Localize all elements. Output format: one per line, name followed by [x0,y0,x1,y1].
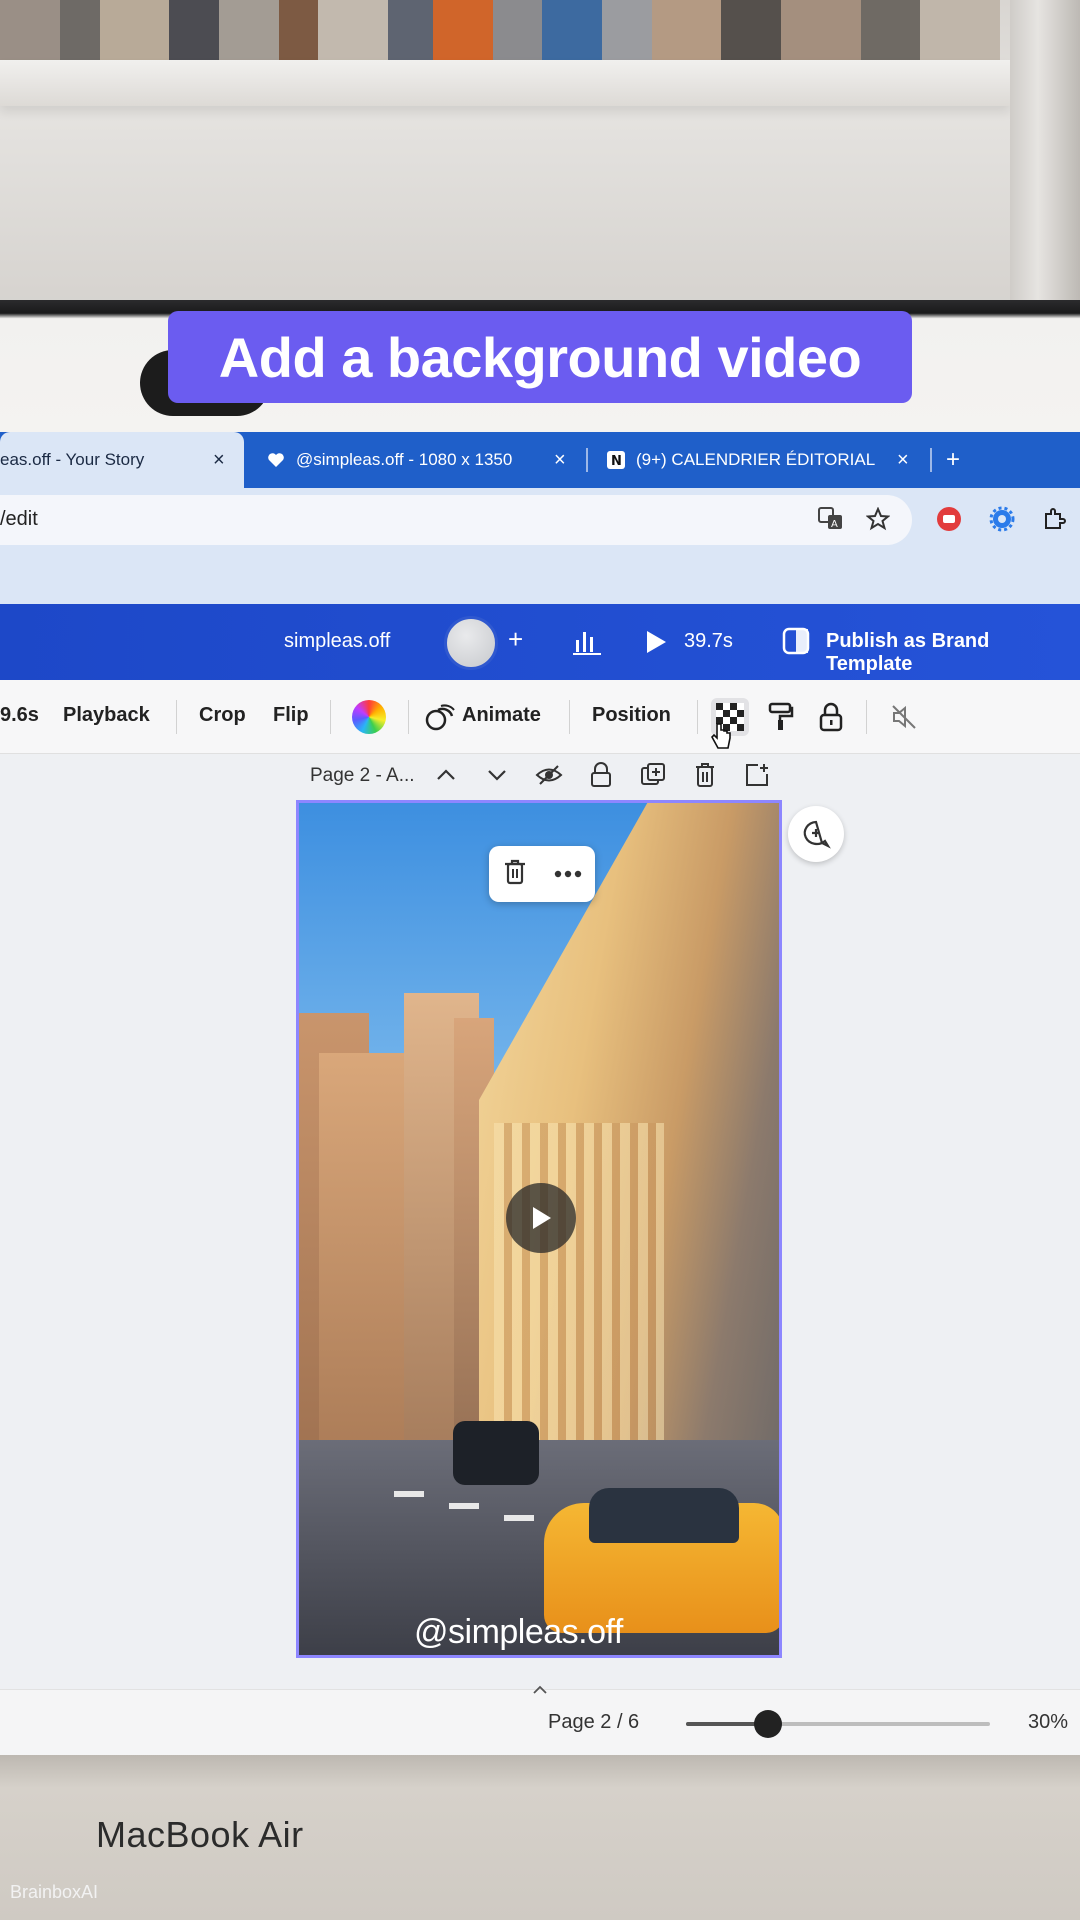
svg-text:N: N [611,454,622,469]
tab-separator [586,448,588,472]
page-title[interactable]: Page 2 - A... [310,765,415,787]
lane-marking [504,1515,534,1521]
plus-icon: + [946,446,961,473]
mute-icon[interactable] [885,698,923,736]
add-comment-icon[interactable] [788,806,844,862]
play-video-button[interactable] [506,1183,576,1253]
tab-title: eas.off - Your Story [0,450,145,469]
play-preview-icon[interactable] [644,629,668,660]
element-context-menu [489,846,595,902]
more-options-icon[interactable] [554,865,582,883]
tab-simpleas-design[interactable]: @simpleas.off - 1080 x 1350 × [266,432,576,488]
collapse-caret-icon[interactable] [530,1678,550,1699]
black-suv [453,1421,539,1485]
taxi-window [589,1488,739,1543]
hide-page-icon[interactable] [534,760,564,790]
position-button[interactable]: Position [592,704,671,727]
watermark: BrainboxAI [10,1882,99,1902]
tab-separator [930,448,932,472]
playback-button[interactable]: Playback [63,704,150,727]
translate-icon[interactable]: A [817,505,845,533]
cursor-hand-icon [710,722,732,757]
analytics-icon[interactable] [572,628,602,661]
publish-template-icon [782,627,810,660]
clip-duration[interactable]: 9.6s [0,704,39,727]
zoom-slider[interactable] [686,1722,990,1726]
publish-brand-template-button[interactable]: Publish as Brand Template [826,630,1080,676]
tab-title: (9+) CALENDRIER ÉDITORIAL [636,450,876,469]
delete-page-icon[interactable] [690,760,720,790]
lock-icon[interactable] [812,698,850,736]
close-tab-icon[interactable]: × [213,449,225,472]
divider [569,700,570,734]
chevron-down-icon[interactable] [482,760,512,790]
animate-button[interactable]: Animate [462,704,541,727]
laptop-brand-label: MacBook Air [96,1814,304,1855]
paint-roller-icon[interactable] [762,698,800,736]
divider [408,700,409,734]
zoom-slider-knob[interactable] [754,1710,783,1738]
bookmark-star-icon[interactable] [864,505,892,533]
color-wheel-icon[interactable] [350,698,388,736]
extensions-puzzle-icon[interactable] [1040,505,1068,533]
heart-icon [266,450,286,470]
extension-gear-icon[interactable] [988,505,1016,533]
lane-marking [449,1503,479,1509]
zoom-level[interactable]: 30% [1028,1711,1068,1734]
total-duration[interactable]: 39.7s [684,630,733,653]
chevron-up-icon[interactable] [431,760,461,790]
books [0,0,1001,68]
divider [176,700,177,734]
url-text[interactable]: /edit [0,508,38,531]
close-tab-icon[interactable]: × [897,449,909,472]
lane-marking [394,1491,424,1497]
canvas-handle-text[interactable]: @simpleas.off [414,1613,623,1652]
tab-title: @simpleas.off - 1080 x 1350 [296,450,513,469]
svg-text:A: A [831,519,838,530]
flip-button[interactable]: Flip [273,704,309,727]
new-tab-button[interactable]: + [946,432,960,488]
trash-icon[interactable] [503,859,527,890]
avatar[interactable] [444,616,498,670]
add-collaborator-button[interactable]: + [508,624,523,655]
add-page-icon[interactable] [742,760,772,790]
divider [866,700,867,734]
crop-button[interactable]: Crop [199,704,246,727]
video-caption: Add a background video [168,311,912,403]
notion-icon: N [606,450,626,470]
animate-icon[interactable] [421,698,459,736]
close-tab-icon[interactable]: × [554,449,566,472]
extension-red-icon[interactable] [935,505,963,533]
building-columns [494,1123,664,1453]
tab-your-story[interactable]: eas.off - Your Story × [0,432,244,488]
page-indicator[interactable]: Page 2 / 6 [548,1711,639,1734]
bookshelf-background [0,0,1080,305]
account-name: simpleas.off [284,630,391,652]
browser-tab-bar: eas.off - Your Story × @simpleas.off - 1… [0,432,1080,488]
lock-page-icon[interactable] [586,760,616,790]
duplicate-page-icon[interactable] [638,760,668,790]
shelf-board [0,60,1010,106]
divider [330,700,331,734]
shelf-side [1010,0,1080,305]
divider [697,700,698,734]
tab-calendrier[interactable]: N (9+) CALENDRIER ÉDITORIAL × [606,432,926,488]
address-bar[interactable] [0,495,912,545]
